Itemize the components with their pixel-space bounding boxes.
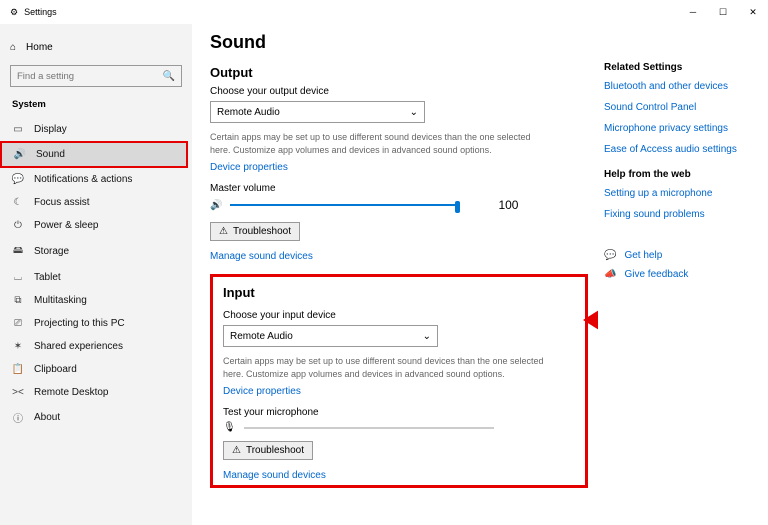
microphone-icon: 🎙 xyxy=(223,422,236,433)
help-link[interactable]: Fixing sound problems xyxy=(604,209,758,220)
feedback-icon: 📣 xyxy=(604,269,616,280)
related-heading: Related Settings xyxy=(604,62,758,73)
sidebar-item-display[interactable]: ▭ Display xyxy=(0,118,192,141)
nav-label: Power & sleep xyxy=(34,220,98,231)
nav-label: Clipboard xyxy=(34,364,77,375)
nav-label: Display xyxy=(34,124,67,135)
nav-icon: 🔊 xyxy=(14,149,26,160)
nav-label: About xyxy=(34,412,60,423)
nav-icon: ⧉ xyxy=(12,295,24,306)
home-label: Home xyxy=(26,42,53,53)
sidebar-item-remote-desktop[interactable]: >< Remote Desktop xyxy=(0,381,192,404)
sidebar-item-sound[interactable]: 🔊 Sound xyxy=(2,143,186,166)
sidebar-item-notifications-actions[interactable]: 💬 Notifications & actions xyxy=(0,168,192,191)
nav-icon: ⎚ xyxy=(12,318,24,329)
input-device-dropdown[interactable]: Remote Audio ⌄ xyxy=(223,325,438,347)
speaker-icon[interactable]: 🔊 xyxy=(210,200,222,211)
sidebar-item-shared-experiences[interactable]: ✶ Shared experiences xyxy=(0,335,192,358)
app-icon: ⚙ xyxy=(10,7,18,18)
feedback-link[interactable]: 📣 Give feedback xyxy=(604,269,758,280)
input-choose-label: Choose your input device xyxy=(223,310,575,321)
sidebar-item-focus-assist[interactable]: ☾ Focus assist xyxy=(0,191,192,214)
output-heading: Output xyxy=(210,65,588,80)
nav-icon: ⓘ xyxy=(12,410,24,425)
nav-label: Sound xyxy=(36,149,65,160)
help-link[interactable]: Setting up a microphone xyxy=(604,188,758,199)
output-choose-label: Choose your output device xyxy=(210,86,588,97)
volume-slider[interactable] xyxy=(230,199,460,211)
output-desc: Certain apps may be set up to use differ… xyxy=(210,131,550,156)
help-heading: Help from the web xyxy=(604,169,758,180)
output-manage-link[interactable]: Manage sound devices xyxy=(210,251,313,262)
warning-icon: ⚠ xyxy=(219,226,228,237)
output-device-value: Remote Audio xyxy=(217,107,280,118)
output-troubleshoot-button[interactable]: ⚠ Troubleshoot xyxy=(210,222,300,241)
test-mic-label: Test your microphone xyxy=(223,407,575,418)
close-button[interactable]: ✕ xyxy=(738,0,768,24)
warning-icon: ⚠ xyxy=(232,445,241,456)
right-column: Related Settings Bluetooth and other dev… xyxy=(598,32,758,525)
nav-icon: 💬 xyxy=(12,174,24,185)
input-manage-link[interactable]: Manage sound devices xyxy=(223,470,326,481)
nav-label: Projecting to this PC xyxy=(34,318,125,329)
input-props-link[interactable]: Device properties xyxy=(223,386,301,397)
sidebar-item-projecting-to-this-pc[interactable]: ⎚ Projecting to this PC xyxy=(0,312,192,335)
search-icon: 🔍 xyxy=(163,71,175,82)
nav-icon: >< xyxy=(12,387,24,398)
nav-icon: 🖴 xyxy=(12,243,24,260)
nav-label: Focus assist xyxy=(34,197,90,208)
sidebar-item-multitasking[interactable]: ⧉ Multitasking xyxy=(0,289,192,312)
search-box[interactable]: 🔍 xyxy=(10,65,182,87)
page-title: Sound xyxy=(210,32,588,53)
home-icon: ⌂ xyxy=(10,42,16,53)
nav-label: Tablet xyxy=(34,272,61,283)
sidebar-item-power-sleep[interactable]: ⏻ Power & sleep xyxy=(0,214,192,237)
output-props-link[interactable]: Device properties xyxy=(210,162,288,173)
input-device-value: Remote Audio xyxy=(230,331,293,342)
app-title: Settings xyxy=(24,7,57,17)
nav-icon: ⌴ xyxy=(12,272,24,283)
output-device-dropdown[interactable]: Remote Audio ⌄ xyxy=(210,101,425,123)
nav-label: Shared experiences xyxy=(34,341,123,352)
nav-label: Notifications & actions xyxy=(34,174,132,185)
related-link[interactable]: Ease of Access audio settings xyxy=(604,144,758,155)
related-link[interactable]: Bluetooth and other devices xyxy=(604,81,758,92)
get-help-link[interactable]: 💬 Get help xyxy=(604,250,758,261)
minimize-button[interactable]: ─ xyxy=(678,0,708,24)
titlebar: ⚙ Settings ─ ☐ ✕ xyxy=(0,0,768,24)
input-section: Input Choose your input device Remote Au… xyxy=(210,274,588,488)
sidebar-item-tablet[interactable]: ⌴ Tablet xyxy=(0,266,192,289)
maximize-button[interactable]: ☐ xyxy=(708,0,738,24)
nav-label: Storage xyxy=(34,246,69,257)
sidebar: ⌂ Home 🔍 System ▭ Display 🔊 Sound 💬 Notificat… xyxy=(0,24,192,525)
nav-label: Multitasking xyxy=(34,295,87,306)
nav-icon: ☾ xyxy=(12,197,24,208)
search-input[interactable] xyxy=(17,71,163,82)
nav-icon: 📋 xyxy=(12,364,24,375)
nav-icon: ✶ xyxy=(12,341,24,352)
sidebar-item-clipboard[interactable]: 📋 Clipboard xyxy=(0,358,192,381)
nav-icon: ⏻ xyxy=(12,220,24,231)
nav-icon: ▭ xyxy=(12,124,24,135)
master-volume-label: Master volume xyxy=(210,183,588,194)
sidebar-item-storage[interactable]: 🖴 Storage xyxy=(0,237,192,266)
help-icon: 💬 xyxy=(604,250,616,261)
category-label: System xyxy=(0,91,192,114)
annotation-arrow xyxy=(583,295,598,345)
chevron-down-icon: ⌄ xyxy=(410,107,418,118)
sidebar-item-about[interactable]: ⓘ About xyxy=(0,404,192,431)
related-link[interactable]: Sound Control Panel xyxy=(604,102,758,113)
input-desc: Certain apps may be set up to use differ… xyxy=(223,355,563,380)
volume-value: 100 xyxy=(498,198,518,212)
related-link[interactable]: Microphone privacy settings xyxy=(604,123,758,134)
mic-level-bar xyxy=(244,427,494,429)
nav-label: Remote Desktop xyxy=(34,387,108,398)
input-troubleshoot-button[interactable]: ⚠ Troubleshoot xyxy=(223,441,313,460)
chevron-down-icon: ⌄ xyxy=(423,331,431,342)
input-heading: Input xyxy=(223,285,575,300)
home-nav[interactable]: ⌂ Home xyxy=(0,38,192,57)
